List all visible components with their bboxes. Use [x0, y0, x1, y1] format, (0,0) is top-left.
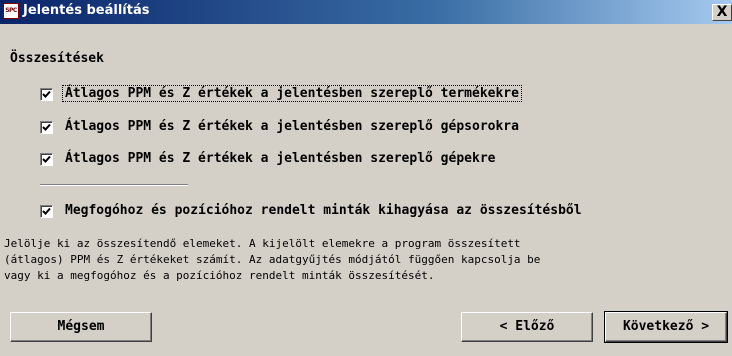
section-title: Összesítések	[10, 51, 104, 66]
checkbox-label-machines[interactable]: Átlagos PPM és Z értékek a jelentésben s…	[63, 151, 497, 166]
check-mark-icon	[42, 123, 51, 131]
next-button[interactable]: Következő >	[604, 311, 728, 343]
check-mark-icon	[42, 207, 51, 215]
title-bar: SPC Jelentés beállítás X	[0, 0, 732, 24]
check-mark-icon	[42, 155, 51, 163]
cancel-button[interactable]: Mégsem	[10, 312, 152, 342]
checkbox-label-lines[interactable]: Átlagos PPM és Z értékek a jelentésben s…	[63, 119, 521, 134]
checkbox-box[interactable]	[40, 153, 53, 166]
checkbox-box[interactable]	[40, 205, 53, 218]
checkbox-label-exclude-grippers[interactable]: Megfogóhoz és pozícióhoz rendelt minták …	[63, 203, 584, 218]
window-title: Jelentés beállítás	[23, 3, 150, 18]
description-text: Jelölje ki az összesítendő elemeket. A k…	[4, 237, 541, 282]
app-icon: SPC	[3, 3, 19, 19]
checkbox-box[interactable]	[40, 121, 53, 134]
checkbox-label-products[interactable]: Átlagos PPM és Z értékek a jelentésben s…	[62, 85, 522, 102]
close-button[interactable]: X	[712, 4, 732, 21]
checkbox-box[interactable]	[40, 88, 53, 101]
prev-button[interactable]: < Előző	[461, 312, 593, 342]
check-mark-icon	[42, 90, 51, 98]
separator	[40, 184, 188, 186]
